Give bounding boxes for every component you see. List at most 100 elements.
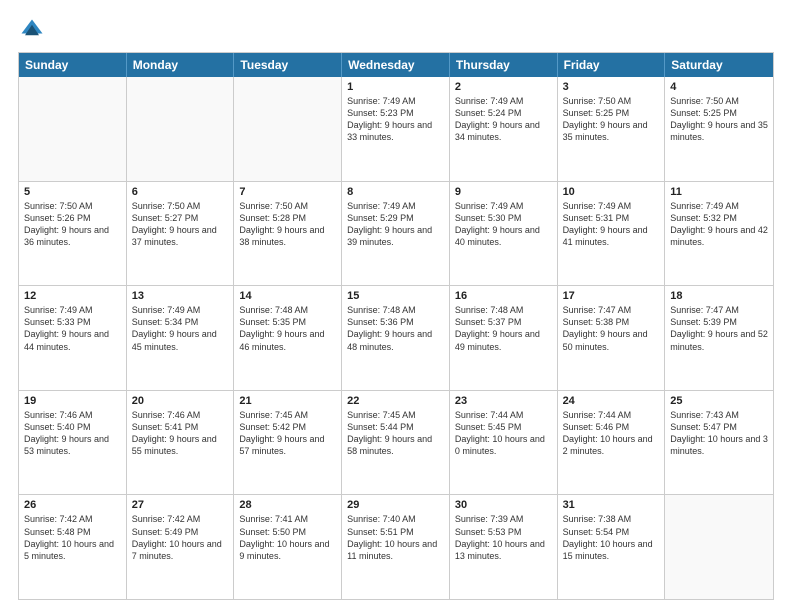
cell-text: Sunrise: 7:50 AM Sunset: 5:25 PM Dayligh… bbox=[670, 95, 768, 144]
day-number: 24 bbox=[563, 395, 660, 407]
cell-text: Sunrise: 7:46 AM Sunset: 5:40 PM Dayligh… bbox=[24, 409, 121, 458]
calendar-row: 19 Sunrise: 7:46 AM Sunset: 5:40 PM Dayli… bbox=[19, 390, 773, 495]
cell-text: Sunrise: 7:44 AM Sunset: 5:46 PM Dayligh… bbox=[563, 409, 660, 458]
cell-text: Sunrise: 7:47 AM Sunset: 5:38 PM Dayligh… bbox=[563, 304, 660, 353]
calendar-cell: 10 Sunrise: 7:49 AM Sunset: 5:31 PM Dayli… bbox=[558, 182, 666, 286]
weekday-header: Friday bbox=[558, 53, 666, 77]
cell-text: Sunrise: 7:42 AM Sunset: 5:49 PM Dayligh… bbox=[132, 513, 229, 562]
day-number: 7 bbox=[239, 186, 336, 198]
calendar-cell: 7Sunrise: 7:50 AM Sunset: 5:28 PM Daylig… bbox=[234, 182, 342, 286]
calendar-cell: 29Sunrise: 7:40 AM Sunset: 5:51 PM Dayli… bbox=[342, 495, 450, 599]
calendar-cell: 28Sunrise: 7:41 AM Sunset: 5:50 PM Dayli… bbox=[234, 495, 342, 599]
cell-text: Sunrise: 7:48 AM Sunset: 5:37 PM Dayligh… bbox=[455, 304, 552, 353]
day-number: 6 bbox=[132, 186, 229, 198]
day-number: 28 bbox=[239, 499, 336, 511]
calendar-cell: 12 Sunrise: 7:49 AM Sunset: 5:33 PM Dayli… bbox=[19, 286, 127, 390]
day-number: 10 bbox=[563, 186, 660, 198]
calendar-cell: 1Sunrise: 7:49 AM Sunset: 5:23 PM Daylig… bbox=[342, 77, 450, 181]
cell-text: Sunrise: 7:42 AM Sunset: 5:48 PM Dayligh… bbox=[24, 513, 121, 562]
cell-text: Sunrise: 7:50 AM Sunset: 5:26 PM Dayligh… bbox=[24, 200, 121, 249]
day-number: 3 bbox=[563, 81, 660, 93]
day-number: 21 bbox=[239, 395, 336, 407]
weekday-header: Thursday bbox=[450, 53, 558, 77]
cell-text: Sunrise: 7:44 AM Sunset: 5:45 PM Dayligh… bbox=[455, 409, 552, 458]
day-number: 31 bbox=[563, 499, 660, 511]
calendar-row: 26 Sunrise: 7:42 AM Sunset: 5:48 PM Dayli… bbox=[19, 494, 773, 599]
cell-text: Sunrise: 7:45 AM Sunset: 5:42 PM Dayligh… bbox=[239, 409, 336, 458]
cell-text: Sunrise: 7:38 AM Sunset: 5:54 PM Dayligh… bbox=[563, 513, 660, 562]
calendar-cell: 27Sunrise: 7:42 AM Sunset: 5:49 PM Dayli… bbox=[127, 495, 235, 599]
day-number: 17 bbox=[563, 290, 660, 302]
day-number: 4 bbox=[670, 81, 768, 93]
day-number: 16 bbox=[455, 290, 552, 302]
calendar-cell: 8 Sunrise: 7:49 AM Sunset: 5:29 PM Daylig… bbox=[342, 182, 450, 286]
weekday-header: Sunday bbox=[19, 53, 127, 77]
cell-text: Sunrise: 7:49 AM Sunset: 5:30 PM Dayligh… bbox=[455, 200, 552, 249]
cell-text: Sunrise: 7:48 AM Sunset: 5:35 PM Dayligh… bbox=[239, 304, 336, 353]
day-number: 15 bbox=[347, 290, 444, 302]
day-number: 11 bbox=[670, 186, 768, 198]
cell-text: Sunrise: 7:45 AM Sunset: 5:44 PM Dayligh… bbox=[347, 409, 444, 458]
cell-text: Sunrise: 7:50 AM Sunset: 5:27 PM Dayligh… bbox=[132, 200, 229, 249]
calendar-cell: 9 Sunrise: 7:49 AM Sunset: 5:30 PM Daylig… bbox=[450, 182, 558, 286]
day-number: 18 bbox=[670, 290, 768, 302]
cell-text: Sunrise: 7:49 AM Sunset: 5:34 PM Dayligh… bbox=[132, 304, 229, 353]
page: SundayMondayTuesdayWednesdayThursdayFrid… bbox=[0, 0, 792, 612]
calendar-cell: 22Sunrise: 7:45 AM Sunset: 5:44 PM Dayli… bbox=[342, 391, 450, 495]
calendar-cell: 24 Sunrise: 7:44 AM Sunset: 5:46 PM Dayli… bbox=[558, 391, 666, 495]
calendar-cell: 14 Sunrise: 7:48 AM Sunset: 5:35 PM Dayli… bbox=[234, 286, 342, 390]
cell-text: Sunrise: 7:46 AM Sunset: 5:41 PM Dayligh… bbox=[132, 409, 229, 458]
calendar-cell: 3 Sunrise: 7:50 AM Sunset: 5:25 PM Daylig… bbox=[558, 77, 666, 181]
calendar-cell: 26 Sunrise: 7:42 AM Sunset: 5:48 PM Dayli… bbox=[19, 495, 127, 599]
day-number: 12 bbox=[24, 290, 121, 302]
day-number: 25 bbox=[670, 395, 768, 407]
logo bbox=[18, 16, 50, 44]
calendar-cell: 30 Sunrise: 7:39 AM Sunset: 5:53 PM Dayli… bbox=[450, 495, 558, 599]
calendar-cell: 11Sunrise: 7:49 AM Sunset: 5:32 PM Dayli… bbox=[665, 182, 773, 286]
cell-text: Sunrise: 7:49 AM Sunset: 5:31 PM Dayligh… bbox=[563, 200, 660, 249]
calendar-cell bbox=[665, 495, 773, 599]
calendar-body: 1Sunrise: 7:49 AM Sunset: 5:23 PM Daylig… bbox=[19, 77, 773, 599]
day-number: 26 bbox=[24, 499, 121, 511]
calendar-cell: 16 Sunrise: 7:48 AM Sunset: 5:37 PM Dayli… bbox=[450, 286, 558, 390]
day-number: 20 bbox=[132, 395, 229, 407]
calendar-cell: 17 Sunrise: 7:47 AM Sunset: 5:38 PM Dayli… bbox=[558, 286, 666, 390]
day-number: 19 bbox=[24, 395, 121, 407]
day-number: 13 bbox=[132, 290, 229, 302]
calendar-row: 12 Sunrise: 7:49 AM Sunset: 5:33 PM Dayli… bbox=[19, 285, 773, 390]
calendar-cell: 18Sunrise: 7:47 AM Sunset: 5:39 PM Dayli… bbox=[665, 286, 773, 390]
calendar-cell: 19 Sunrise: 7:46 AM Sunset: 5:40 PM Dayli… bbox=[19, 391, 127, 495]
day-number: 5 bbox=[24, 186, 121, 198]
calendar-cell: 23Sunrise: 7:44 AM Sunset: 5:45 PM Dayli… bbox=[450, 391, 558, 495]
calendar-cell bbox=[127, 77, 235, 181]
calendar-header: SundayMondayTuesdayWednesdayThursdayFrid… bbox=[19, 53, 773, 77]
calendar-row: 5 Sunrise: 7:50 AM Sunset: 5:26 PM Daylig… bbox=[19, 181, 773, 286]
cell-text: Sunrise: 7:49 AM Sunset: 5:33 PM Dayligh… bbox=[24, 304, 121, 353]
weekday-header: Monday bbox=[127, 53, 235, 77]
logo-icon bbox=[18, 16, 46, 44]
calendar: SundayMondayTuesdayWednesdayThursdayFrid… bbox=[18, 52, 774, 600]
calendar-cell: 31 Sunrise: 7:38 AM Sunset: 5:54 PM Dayli… bbox=[558, 495, 666, 599]
calendar-cell: 2 Sunrise: 7:49 AM Sunset: 5:24 PM Daylig… bbox=[450, 77, 558, 181]
weekday-header: Wednesday bbox=[342, 53, 450, 77]
day-number: 9 bbox=[455, 186, 552, 198]
calendar-cell: 20 Sunrise: 7:46 AM Sunset: 5:41 PM Dayli… bbox=[127, 391, 235, 495]
cell-text: Sunrise: 7:49 AM Sunset: 5:24 PM Dayligh… bbox=[455, 95, 552, 144]
calendar-cell: 21 Sunrise: 7:45 AM Sunset: 5:42 PM Dayli… bbox=[234, 391, 342, 495]
cell-text: Sunrise: 7:49 AM Sunset: 5:23 PM Dayligh… bbox=[347, 95, 444, 144]
weekday-header: Tuesday bbox=[234, 53, 342, 77]
calendar-cell: 15 Sunrise: 7:48 AM Sunset: 5:36 PM Dayli… bbox=[342, 286, 450, 390]
cell-text: Sunrise: 7:50 AM Sunset: 5:25 PM Dayligh… bbox=[563, 95, 660, 144]
calendar-row: 1Sunrise: 7:49 AM Sunset: 5:23 PM Daylig… bbox=[19, 77, 773, 181]
cell-text: Sunrise: 7:49 AM Sunset: 5:29 PM Dayligh… bbox=[347, 200, 444, 249]
calendar-cell: 25 Sunrise: 7:43 AM Sunset: 5:47 PM Dayli… bbox=[665, 391, 773, 495]
weekday-header: Saturday bbox=[665, 53, 773, 77]
day-number: 30 bbox=[455, 499, 552, 511]
cell-text: Sunrise: 7:48 AM Sunset: 5:36 PM Dayligh… bbox=[347, 304, 444, 353]
day-number: 8 bbox=[347, 186, 444, 198]
day-number: 14 bbox=[239, 290, 336, 302]
day-number: 2 bbox=[455, 81, 552, 93]
cell-text: Sunrise: 7:39 AM Sunset: 5:53 PM Dayligh… bbox=[455, 513, 552, 562]
cell-text: Sunrise: 7:43 AM Sunset: 5:47 PM Dayligh… bbox=[670, 409, 768, 458]
calendar-cell bbox=[234, 77, 342, 181]
